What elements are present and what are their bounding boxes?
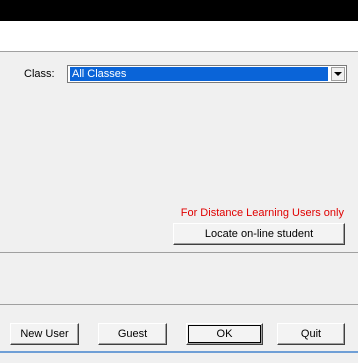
login-panel: Class: All Classes For Distance Learning…	[0, 51, 358, 363]
title-bar	[0, 0, 358, 21]
chevron-down-icon	[334, 72, 342, 76]
bottom-divider	[0, 351, 358, 353]
dropdown-arrow-button[interactable]	[331, 67, 345, 81]
locate-online-student-button[interactable]: Locate on-line student	[173, 223, 345, 245]
quit-button[interactable]: Quit	[277, 323, 345, 345]
guest-button[interactable]: Guest	[98, 323, 167, 345]
class-label: Class:	[24, 68, 55, 80]
header-strip	[0, 21, 358, 51]
new-user-button[interactable]: New User	[10, 323, 79, 345]
info-panel	[0, 252, 358, 305]
class-dropdown[interactable]: All Classes	[67, 65, 347, 83]
class-dropdown-value: All Classes	[70, 67, 328, 81]
ok-button[interactable]: OK	[186, 323, 263, 345]
distance-learning-note: For Distance Learning Users only	[180, 207, 344, 219]
